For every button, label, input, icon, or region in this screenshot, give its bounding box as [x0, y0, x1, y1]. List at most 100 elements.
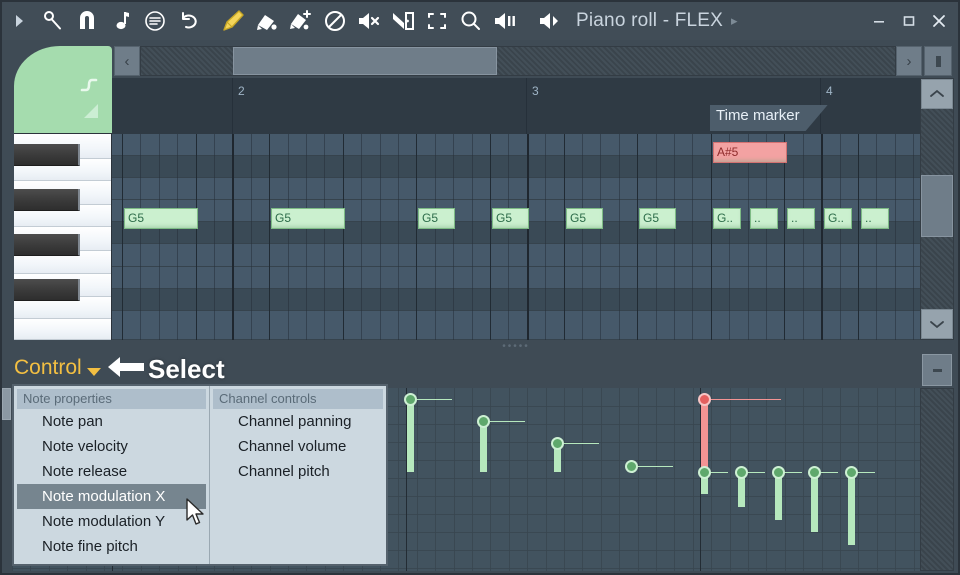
velocity-bar[interactable] [407, 399, 414, 472]
velocity-handle[interactable] [625, 460, 638, 473]
menu-item[interactable]: Channel pitch [210, 459, 386, 484]
piano-keyboard[interactable] [14, 134, 112, 340]
velocity-handle[interactable] [404, 393, 417, 406]
velocity-handle[interactable] [735, 466, 748, 479]
magnet-snap-icon[interactable] [70, 4, 104, 38]
title-arrow-icon[interactable]: ▸ [731, 13, 738, 29]
horizontal-scrollbar-thumb[interactable] [233, 47, 497, 75]
velocity-tail-line [818, 472, 838, 473]
playback-icon[interactable] [488, 4, 522, 38]
velocity-grid-column-line [766, 388, 767, 571]
piano-black-key[interactable] [14, 279, 80, 301]
velocity-grid-column-line [674, 388, 675, 571]
piano-roll-note[interactable]: A#5 [713, 142, 787, 163]
menu-item[interactable]: Note modulation X [17, 484, 206, 509]
velocity-tail-line [745, 472, 765, 473]
piano-roll-note[interactable]: G5 [124, 208, 198, 229]
velocity-handle[interactable] [845, 466, 858, 479]
scroll-left-button[interactable]: ‹ [114, 46, 140, 76]
piano-roll-note[interactable]: G5 [418, 208, 455, 229]
menu-arrow-icon[interactable] [2, 4, 36, 38]
velocity-handle[interactable] [698, 466, 711, 479]
pencil-draw-icon[interactable] [216, 4, 250, 38]
velocity-collapse-button[interactable] [922, 354, 952, 386]
maximize-button[interactable] [894, 2, 924, 40]
menu-item[interactable]: Note release [14, 459, 209, 484]
grid-column-line [269, 134, 270, 340]
piano-black-key[interactable] [14, 144, 80, 166]
velocity-handle[interactable] [477, 415, 490, 428]
grid-column-line [361, 134, 362, 340]
menu-item[interactable]: Note modulation Y [14, 509, 209, 534]
piano-roll-header-panel[interactable] [14, 46, 112, 134]
list-icon[interactable] [138, 4, 172, 38]
speaker-mute-icon[interactable] [352, 4, 386, 38]
note-icon[interactable] [104, 4, 138, 38]
grid-column-line [416, 134, 417, 340]
piano-roll-note[interactable]: .. [750, 208, 778, 229]
velocity-scroll-thumb[interactable] [2, 388, 11, 420]
paint-add-icon[interactable] [284, 4, 318, 38]
speaker-icon[interactable] [532, 4, 566, 38]
select-frame-icon[interactable] [420, 4, 454, 38]
menu-item[interactable]: Note velocity [14, 434, 209, 459]
grid-column-line [251, 134, 252, 340]
piano-roll-note[interactable]: G5 [639, 208, 676, 229]
velocity-bar[interactable] [775, 472, 782, 520]
velocity-handle[interactable] [551, 437, 564, 450]
grid-column-line [343, 134, 344, 340]
piano-roll-note[interactable]: .. [861, 208, 889, 229]
piano-white-key[interactable] [14, 319, 112, 340]
timeline-ruler[interactable]: 234Time marker [112, 78, 920, 134]
undo-icon[interactable] [172, 4, 206, 38]
piano-roll-note[interactable]: G5 [566, 208, 603, 229]
piano-roll-note[interactable]: G.. [824, 208, 852, 229]
vertical-scrollbar-track[interactable] [920, 78, 954, 340]
chevron-down-icon[interactable] [87, 368, 101, 376]
curve-shape-icon[interactable] [80, 76, 98, 99]
piano-roll-note[interactable]: G.. [713, 208, 741, 229]
zoom-icon[interactable] [454, 4, 488, 38]
scroll-end-button[interactable] [924, 46, 952, 76]
menu-item[interactable]: Note pan [14, 409, 209, 434]
horizontal-scrollbar-track[interactable] [140, 46, 896, 76]
velocity-bar[interactable] [480, 421, 487, 472]
scroll-up-button[interactable] [921, 79, 953, 109]
scroll-down-button[interactable] [921, 309, 953, 339]
velocity-bar[interactable] [811, 472, 818, 532]
control-dropdown-label[interactable]: Control [14, 356, 82, 380]
menu-item[interactable]: Channel panning [210, 409, 386, 434]
piano-black-key[interactable] [14, 189, 80, 211]
paint-brush-icon[interactable] [250, 4, 284, 38]
pane-splitter[interactable]: ••••• [112, 340, 920, 352]
velocity-bar[interactable] [701, 399, 708, 472]
menu-item[interactable]: Note fine pitch [14, 534, 209, 559]
mute-slash-icon[interactable] [318, 4, 352, 38]
piano-black-key[interactable] [14, 234, 80, 256]
ruler-bar-line [526, 78, 527, 134]
control-dropdown-menu[interactable]: Note properties Note panNote velocityNot… [12, 384, 388, 566]
close-button[interactable] [924, 2, 954, 40]
velocity-handle[interactable] [772, 466, 785, 479]
mouse-cursor [186, 498, 208, 533]
piano-roll-window: Piano roll - FLEX ▸ ‹ › 234 [0, 0, 960, 575]
piano-roll-note[interactable]: G5 [492, 208, 529, 229]
note-grid[interactable]: G5 G5 G5 G5 G5 G5 G...... G.... A#5 [112, 134, 920, 340]
slice-icon[interactable] [386, 4, 420, 38]
grid-column-line [711, 134, 712, 340]
piano-roll-note[interactable]: .. [787, 208, 815, 229]
menu-item[interactable]: Channel volume [210, 434, 386, 459]
scroll-right-button[interactable]: › [896, 46, 922, 76]
time-marker[interactable]: Time marker [710, 105, 828, 131]
wrench-icon[interactable] [36, 4, 70, 38]
velocity-bar[interactable] [848, 472, 855, 545]
velocity-handle[interactable] [808, 466, 821, 479]
menu-items-note-properties: Note panNote velocityNote releaseNote mo… [14, 409, 209, 559]
minimize-button[interactable] [864, 2, 894, 40]
ramp-shape-icon[interactable] [84, 104, 98, 118]
vertical-scrollbar-thumb[interactable] [921, 175, 953, 237]
grid-column-line [692, 134, 693, 340]
velocity-vertical-scrollbar[interactable] [920, 388, 954, 571]
velocity-handle[interactable] [698, 393, 711, 406]
piano-roll-note[interactable]: G5 [271, 208, 345, 229]
